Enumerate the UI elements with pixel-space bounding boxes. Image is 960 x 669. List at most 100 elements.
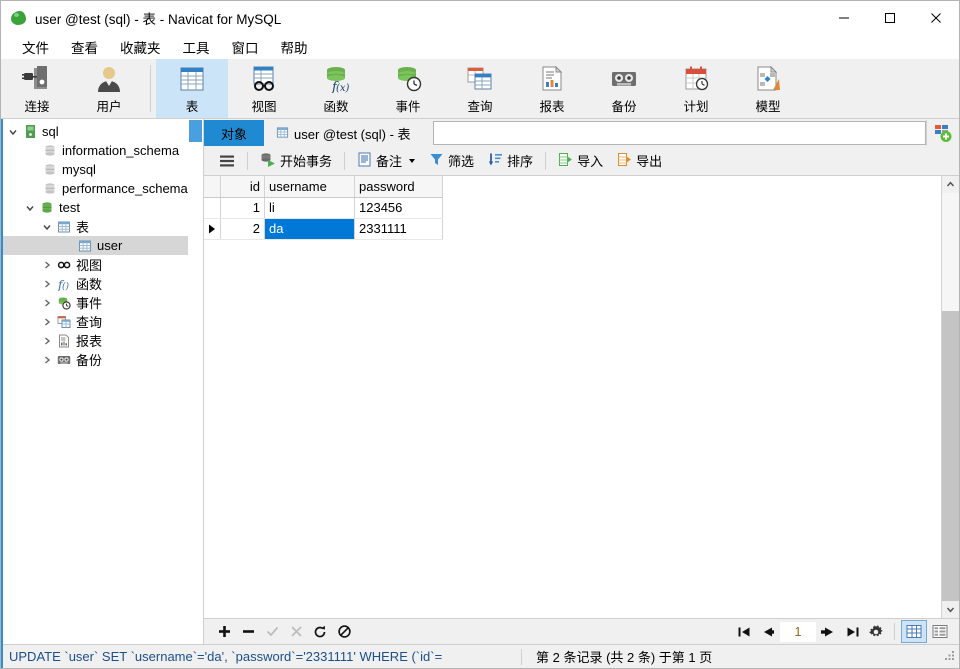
menu-tools[interactable]: 工具	[172, 34, 221, 60]
tree-item-information-schema[interactable]: information_schema	[1, 141, 203, 160]
refresh-button[interactable]	[308, 621, 332, 642]
scroll-down-icon[interactable]	[942, 601, 959, 618]
grid-vertical-scrollbar[interactable]	[941, 176, 959, 618]
scrollbar-track[interactable]	[942, 193, 959, 601]
close-icon[interactable]	[913, 1, 959, 34]
chevron-down-icon[interactable]	[5, 127, 21, 137]
tree-label: mysql	[62, 162, 96, 177]
cell-username[interactable]: da	[264, 218, 355, 240]
tab-strip: 对象 user @test (sql) - 表	[204, 119, 959, 146]
chevron-right-icon[interactable]	[39, 298, 55, 308]
menu-window[interactable]: 窗口	[221, 34, 270, 60]
toolbar-event[interactable]: 事件	[372, 59, 444, 118]
backup-icon	[609, 63, 639, 95]
toolbar-backup-label: 备份	[611, 100, 637, 114]
note-button[interactable]: 备注	[350, 148, 422, 173]
scroll-up-icon[interactable]	[942, 176, 959, 193]
tree-item-tables[interactable]: 表	[1, 217, 203, 236]
chevron-right-icon[interactable]	[39, 355, 55, 365]
cell-id[interactable]: 2	[220, 218, 265, 240]
new-object-icon[interactable]	[926, 120, 959, 146]
add-record-button[interactable]	[212, 621, 236, 642]
grid-view-icon[interactable]	[901, 620, 927, 643]
table-icon	[55, 220, 73, 234]
tree-item-views[interactable]: 视图	[1, 255, 203, 274]
tab-search-field[interactable]	[432, 121, 926, 145]
chevron-right-icon[interactable]	[39, 317, 55, 327]
delete-record-button[interactable]	[236, 621, 260, 642]
chevron-right-icon[interactable]	[39, 279, 55, 289]
tree-item-events[interactable]: 事件	[1, 293, 203, 312]
tree-item-functions[interactable]: f() 函数	[1, 274, 203, 293]
toolbar-connection[interactable]: 连接	[1, 59, 73, 118]
chevron-down-icon[interactable]	[39, 222, 55, 232]
tree-item-performance-schema[interactable]: performance_schema	[1, 179, 203, 198]
sidebar-scrollbar[interactable]	[188, 119, 203, 644]
chevron-down-icon[interactable]	[22, 203, 38, 213]
scrollbar-thumb[interactable]	[942, 311, 959, 601]
menu-help[interactable]: 帮助	[270, 34, 319, 60]
menu-file[interactable]: 文件	[11, 34, 60, 60]
column-header-password[interactable]: password	[354, 176, 443, 198]
tab-user-table[interactable]: user @test (sql) - 表	[264, 121, 423, 146]
filter-button[interactable]: 筛选	[422, 148, 481, 173]
confirm-edit-button[interactable]	[260, 621, 284, 642]
toolbar-model[interactable]: 模型	[732, 59, 804, 118]
import-button[interactable]: 导入	[551, 148, 610, 173]
tree-label: 事件	[76, 296, 103, 311]
cancel-edit-button[interactable]	[284, 621, 308, 642]
tree-item-backups[interactable]: 备份	[1, 350, 203, 369]
sort-label: 排序	[507, 154, 534, 169]
begin-transaction-button[interactable]: 开始事务	[253, 148, 339, 173]
cell-password[interactable]: 2331111	[354, 218, 443, 240]
toolbar-user[interactable]: 用户	[73, 59, 145, 118]
toolbar-report[interactable]: 报表	[516, 59, 588, 118]
hamburger-icon[interactable]	[212, 151, 242, 171]
chevron-right-icon[interactable]	[39, 260, 55, 270]
form-view-icon[interactable]	[927, 620, 953, 643]
menu-favorites[interactable]: 收藏夹	[109, 34, 172, 60]
resize-grip-icon[interactable]	[943, 649, 959, 664]
cell-id[interactable]: 1	[220, 197, 265, 219]
tree-item-test[interactable]: test	[1, 198, 203, 217]
table-row[interactable]: 2 da 2331111	[204, 218, 443, 240]
toolbar-schedule[interactable]: 计划	[660, 59, 732, 118]
cell-password[interactable]: 123456	[354, 197, 443, 219]
first-page-icon[interactable]	[732, 621, 756, 642]
tree-item-user-table[interactable]: user	[1, 236, 203, 255]
maximize-icon[interactable]	[867, 1, 913, 34]
pager-separator	[894, 623, 895, 640]
sidebar-scrollbar-thumb[interactable]	[189, 120, 202, 142]
pagination-controls: 1	[732, 620, 959, 643]
export-icon	[617, 152, 632, 170]
stop-button[interactable]	[332, 621, 356, 642]
toolbar-query[interactable]: 查询	[444, 59, 516, 118]
table-row[interactable]: 1 li 123456	[204, 197, 443, 219]
next-page-icon[interactable]	[816, 621, 840, 642]
last-page-icon[interactable]	[840, 621, 864, 642]
table-icon	[177, 63, 207, 95]
chevron-right-icon[interactable]	[39, 336, 55, 346]
toolbar-function[interactable]: f (x) 函数	[300, 59, 372, 118]
column-header-id[interactable]: id	[220, 176, 265, 198]
minimize-icon[interactable]	[821, 1, 867, 34]
sort-button[interactable]: 排序	[481, 148, 540, 173]
tree-item-mysql[interactable]: mysql	[1, 160, 203, 179]
toolbar-view[interactable]: 视图	[228, 59, 300, 118]
export-button[interactable]: 导出	[610, 148, 669, 173]
chevron-down-icon[interactable]	[409, 158, 416, 163]
menu-view[interactable]: 查看	[60, 34, 109, 60]
tree-item-queries[interactable]: 查询	[1, 312, 203, 331]
data-grid[interactable]: id username password 1 li 123456 2 da 23…	[204, 176, 941, 618]
svg-text:(): ()	[62, 281, 70, 291]
tab-objects[interactable]: 对象	[204, 120, 265, 146]
prev-page-icon[interactable]	[756, 621, 780, 642]
gear-icon[interactable]	[864, 621, 888, 642]
tree-item-reports[interactable]: 报表	[1, 331, 203, 350]
cell-username[interactable]: li	[264, 197, 355, 219]
toolbar-backup[interactable]: 备份	[588, 59, 660, 118]
toolbar-table[interactable]: 表	[156, 59, 228, 118]
page-number-input[interactable]: 1	[780, 621, 816, 642]
column-header-username[interactable]: username	[264, 176, 355, 198]
tree-item-sql[interactable]: sql	[1, 122, 203, 141]
